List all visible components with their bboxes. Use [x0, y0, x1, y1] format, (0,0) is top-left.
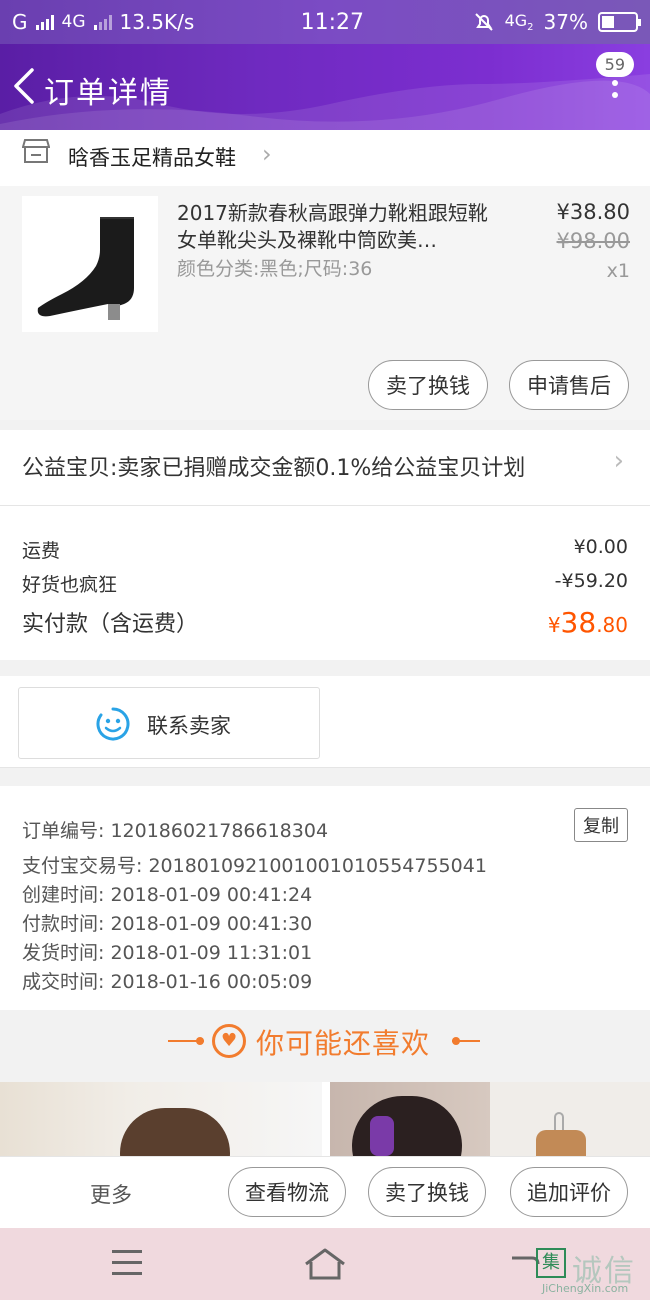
status-bar: G 4G 13.5K/s 11:27 4G2 37% [0, 0, 650, 44]
cost-summary: 运费 ¥0.00 好货也疯狂 -¥59.20 实付款（含运费） ¥38.80 [0, 506, 650, 660]
product-sku: 颜色分类:黑色;尺码:36 [177, 258, 373, 280]
product-image[interactable] [22, 196, 158, 332]
view-logistics-button[interactable]: 查看物流 [228, 1167, 346, 1217]
shipping-value: ¥0.00 [573, 536, 628, 558]
charity-row[interactable]: 公益宝贝:卖家已捐赠成交金额0.1%给公益宝贝计划 › [0, 430, 650, 506]
copy-button[interactable]: 复制 [574, 808, 628, 842]
shipped-time: 发货时间: 2018-01-09 11:31:01 [22, 942, 313, 964]
paid-time: 付款时间: 2018-01-09 00:41:30 [22, 913, 313, 935]
network-label: 4G [61, 12, 86, 32]
order-item[interactable]: 2017新款春秋高跟弹力靴粗跟短靴女单靴尖头及裸靴中筒欧美… 颜色分类:黑色;尺… [0, 186, 650, 420]
bottom-action-bar: 更多 查看物流 卖了换钱 追加评价 [0, 1156, 650, 1228]
discount-value: -¥59.20 [554, 570, 628, 592]
clock: 11:27 [300, 9, 364, 35]
more-button[interactable]: 更多 [90, 1179, 132, 1209]
menu-icon[interactable] [112, 1250, 142, 1276]
mute-bell-icon [474, 13, 493, 31]
product-original-price: ¥98.00 [556, 229, 630, 253]
recommended-product-image[interactable] [330, 1082, 490, 1156]
ankle-boot-image [37, 217, 134, 320]
shipping-row: 运费 ¥0.00 [22, 536, 628, 563]
shipping-label: 运费 [22, 540, 61, 562]
more-menu-icon[interactable] [610, 80, 620, 120]
page-title: 订单详情 [44, 76, 172, 111]
discount-label: 好货也疯狂 [22, 574, 118, 596]
charity-text: 公益宝贝:卖家已捐赠成交金额0.1%给公益宝贝计划 [22, 456, 526, 481]
total-value: ¥38.80 [547, 606, 628, 639]
recommended-product-image[interactable] [0, 1082, 322, 1156]
back-icon[interactable] [10, 64, 40, 108]
heart-icon: ♥ [212, 1024, 246, 1058]
divider-dot-left [196, 1037, 204, 1045]
message-count-badge: 59 [595, 52, 634, 77]
chat-face-icon [96, 707, 130, 741]
discount-row: 好货也疯狂 -¥59.20 [22, 570, 628, 597]
recommended-product-image[interactable] [490, 1082, 650, 1156]
chevron-right-icon: › [613, 446, 624, 476]
app-header: 订单详情 59 [0, 44, 650, 130]
alipay-trade-number: 支付宝交易号: 2018010921001001010554755041 [22, 855, 487, 877]
product-quantity: x1 [606, 260, 630, 282]
order-number: 订单编号: 120186021786618304 [22, 820, 329, 842]
completed-time: 成交时间: 2018-01-16 00:05:09 [22, 971, 313, 993]
sell-item-button[interactable]: 卖了换钱 [368, 360, 488, 410]
created-time: 创建时间: 2018-01-09 00:41:24 [22, 884, 313, 906]
recommended-products [0, 1082, 650, 1156]
watermark-logo: 集 诚信 JiChengXin.com [536, 1248, 650, 1298]
signal-icon [35, 14, 54, 30]
contact-section: 联系卖家 [0, 676, 650, 768]
network2-label: 4G2 [504, 10, 534, 34]
watermark-url: JiChengXin.com [542, 1282, 629, 1295]
total-row: 实付款（含运费） ¥38.80 [22, 606, 628, 639]
contact-seller-label: 联系卖家 [147, 714, 231, 738]
battery-icon [598, 12, 641, 32]
shop-icon [22, 139, 50, 163]
add-review-button[interactable]: 追加评价 [510, 1167, 628, 1217]
recommend-header: ♥ 你可能还喜欢 [0, 1010, 650, 1072]
home-icon[interactable] [302, 1246, 348, 1282]
network-speed: 13.5K/s [119, 10, 195, 34]
sell-item-button-bottom[interactable]: 卖了换钱 [368, 1167, 486, 1217]
shop-row[interactable]: 晗香玉足精品女鞋 › [0, 130, 650, 186]
divider-line-right [452, 1040, 480, 1042]
signal-icon-2 [93, 14, 112, 30]
recommend-title: 你可能还喜欢 [256, 1027, 431, 1060]
shop-name: 晗香玉足精品女鞋 [68, 146, 236, 170]
total-label: 实付款（含运费） [22, 612, 199, 637]
apply-aftersale-button[interactable]: 申请售后 [509, 360, 629, 410]
product-title[interactable]: 2017新款春秋高跟弹力靴粗跟短靴女单靴尖头及裸靴中筒欧美… [177, 200, 497, 254]
chevron-right-icon: › [262, 140, 272, 168]
order-info: 订单编号: 120186021786618304 复制 支付宝交易号: 2018… [0, 786, 650, 1010]
carrier-label: G [12, 10, 28, 34]
watermark-logo-char: 集 [536, 1248, 566, 1278]
contact-seller-button[interactable]: 联系卖家 [18, 687, 320, 759]
product-price: ¥38.80 [556, 200, 630, 224]
battery-percent: 37% [543, 10, 588, 34]
